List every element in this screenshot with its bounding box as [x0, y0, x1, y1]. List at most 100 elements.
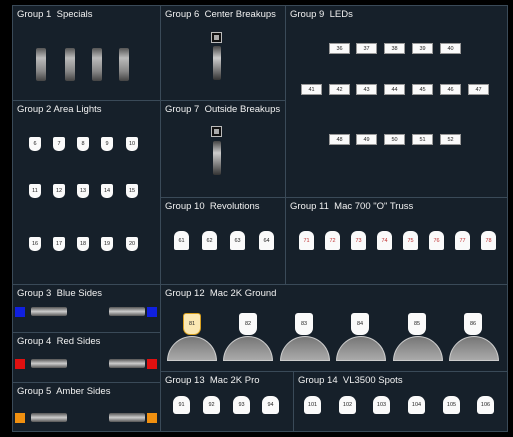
fixture[interactable]: 15 — [126, 184, 138, 198]
led-fixture[interactable]: 46 — [440, 84, 461, 95]
mac2k-fixture[interactable]: 82 — [239, 313, 257, 335]
vl3500-fixture[interactable]: 106 — [477, 396, 494, 414]
led-fixture[interactable]: 43 — [356, 84, 377, 95]
fixture[interactable]: 14 — [101, 184, 113, 198]
mac2k-fixture[interactable]: 83 — [295, 313, 313, 335]
revolution-fixture[interactable]: 62 — [202, 231, 217, 250]
led-fixture[interactable]: 49 — [356, 134, 377, 145]
group-11-panel[interactable]: Group 11 Mac 700 "O" Truss 71 72 73 74 7… — [285, 197, 508, 285]
fixture[interactable]: 12 — [53, 184, 65, 198]
group-14-panel[interactable]: Group 14 VL3500 Spots 101 102 103 104 10… — [293, 371, 508, 432]
group-6-panel[interactable]: Group 6 Center Breakups — [160, 5, 286, 101]
fixture[interactable]: 16 — [29, 237, 41, 251]
red-color-swatch[interactable] — [15, 359, 25, 369]
mac700-fixture[interactable]: 76 — [429, 231, 444, 250]
side-fixture[interactable] — [31, 413, 67, 422]
breakup-fixture-head[interactable] — [211, 126, 222, 137]
group-2-panel[interactable]: Group 2 Area Lights 6 7 8 9 10 11 12 13 … — [12, 100, 161, 285]
blue-color-swatch[interactable] — [147, 307, 157, 317]
led-fixture[interactable]: 37 — [356, 43, 377, 54]
special-fixture-1[interactable] — [36, 48, 46, 81]
group-10-panel[interactable]: Group 10 Revolutions 61 62 63 64 — [160, 197, 286, 285]
side-fixture[interactable] — [31, 307, 67, 316]
blue-color-swatch[interactable] — [15, 307, 25, 317]
group-2-title: Group 2 Area Lights — [17, 104, 102, 115]
mac700-fixture[interactable]: 72 — [325, 231, 340, 250]
led-fixture[interactable]: 40 — [440, 43, 461, 54]
amber-color-swatch[interactable] — [15, 413, 25, 423]
led-fixture[interactable]: 41 — [301, 84, 322, 95]
group-13-panel[interactable]: Group 13 Mac 2K Pro 91 92 93 94 — [160, 371, 294, 432]
vl3500-fixture[interactable]: 104 — [408, 396, 425, 414]
group-3-panel[interactable]: Group 3 Blue Sides — [12, 284, 161, 333]
group-3-title: Group 3 Blue Sides — [17, 288, 103, 299]
group-6-title: Group 6 Center Breakups — [165, 9, 276, 20]
led-fixture[interactable]: 45 — [412, 84, 433, 95]
group-5-title: Group 5 Amber Sides — [17, 386, 111, 397]
special-fixture-3[interactable] — [92, 48, 102, 81]
group-4-panel[interactable]: Group 4 Red Sides — [12, 332, 161, 383]
red-color-swatch[interactable] — [147, 359, 157, 369]
breakup-fixture-head[interactable] — [211, 32, 222, 43]
fixture[interactable]: 19 — [101, 237, 113, 251]
led-fixture[interactable]: 51 — [412, 134, 433, 145]
side-fixture[interactable] — [31, 359, 67, 368]
fixture[interactable]: 11 — [29, 184, 41, 198]
ground-base — [280, 336, 330, 361]
vl3500-fixture[interactable]: 105 — [443, 396, 460, 414]
breakup-fixture[interactable] — [213, 141, 221, 175]
mac2k-pro-fixture[interactable]: 91 — [173, 396, 190, 414]
group-12-panel[interactable]: Group 12 Mac 2K Ground 81 82 83 84 85 86 — [160, 284, 508, 372]
led-fixture[interactable]: 36 — [329, 43, 350, 54]
fixture[interactable]: 7 — [53, 137, 65, 151]
mac2k-pro-fixture[interactable]: 93 — [233, 396, 250, 414]
led-fixture[interactable]: 47 — [468, 84, 489, 95]
fixture[interactable]: 20 — [126, 237, 138, 251]
breakup-fixture[interactable] — [213, 46, 221, 80]
led-fixture[interactable]: 39 — [412, 43, 433, 54]
ground-base — [223, 336, 273, 361]
fixture[interactable]: 8 — [77, 137, 89, 151]
mac2k-fixture[interactable]: 86 — [464, 313, 482, 335]
vl3500-fixture[interactable]: 101 — [304, 396, 321, 414]
fixture[interactable]: 13 — [77, 184, 89, 198]
revolution-fixture[interactable]: 63 — [230, 231, 245, 250]
mac2k-pro-fixture[interactable]: 92 — [203, 396, 220, 414]
led-fixture[interactable]: 50 — [384, 134, 405, 145]
mac2k-fixture-selected[interactable]: 81 — [183, 313, 201, 335]
mac2k-fixture[interactable]: 85 — [408, 313, 426, 335]
revolution-fixture[interactable]: 61 — [174, 231, 189, 250]
special-fixture-2[interactable] — [65, 48, 75, 81]
mac700-fixture[interactable]: 75 — [403, 231, 418, 250]
group-9-panel[interactable]: Group 9 LEDs 36 37 38 39 40 41 42 43 44 … — [285, 5, 508, 198]
led-fixture[interactable]: 44 — [384, 84, 405, 95]
fixture[interactable]: 9 — [101, 137, 113, 151]
mac2k-pro-fixture[interactable]: 94 — [262, 396, 279, 414]
led-fixture[interactable]: 48 — [329, 134, 350, 145]
group-9-title: Group 9 LEDs — [290, 9, 353, 20]
side-fixture[interactable] — [109, 359, 145, 368]
vl3500-fixture[interactable]: 102 — [339, 396, 356, 414]
mac700-fixture[interactable]: 73 — [351, 231, 366, 250]
fixture[interactable]: 10 — [126, 137, 138, 151]
revolution-fixture[interactable]: 64 — [259, 231, 274, 250]
led-fixture[interactable]: 38 — [384, 43, 405, 54]
fixture[interactable]: 17 — [53, 237, 65, 251]
side-fixture[interactable] — [109, 413, 145, 422]
led-fixture[interactable]: 52 — [440, 134, 461, 145]
amber-color-swatch[interactable] — [147, 413, 157, 423]
group-7-panel[interactable]: Group 7 Outside Breakups — [160, 100, 286, 198]
mac700-fixture[interactable]: 71 — [299, 231, 314, 250]
fixture[interactable]: 6 — [29, 137, 41, 151]
side-fixture[interactable] — [109, 307, 145, 316]
mac2k-fixture[interactable]: 84 — [351, 313, 369, 335]
group-5-panel[interactable]: Group 5 Amber Sides — [12, 382, 161, 432]
group-1-panel[interactable]: Group 1 Specials — [12, 5, 161, 101]
mac700-fixture[interactable]: 74 — [377, 231, 392, 250]
led-fixture[interactable]: 42 — [329, 84, 350, 95]
mac700-fixture[interactable]: 78 — [481, 231, 496, 250]
fixture[interactable]: 18 — [77, 237, 89, 251]
mac700-fixture[interactable]: 77 — [455, 231, 470, 250]
special-fixture-4[interactable] — [119, 48, 129, 81]
vl3500-fixture[interactable]: 103 — [373, 396, 390, 414]
